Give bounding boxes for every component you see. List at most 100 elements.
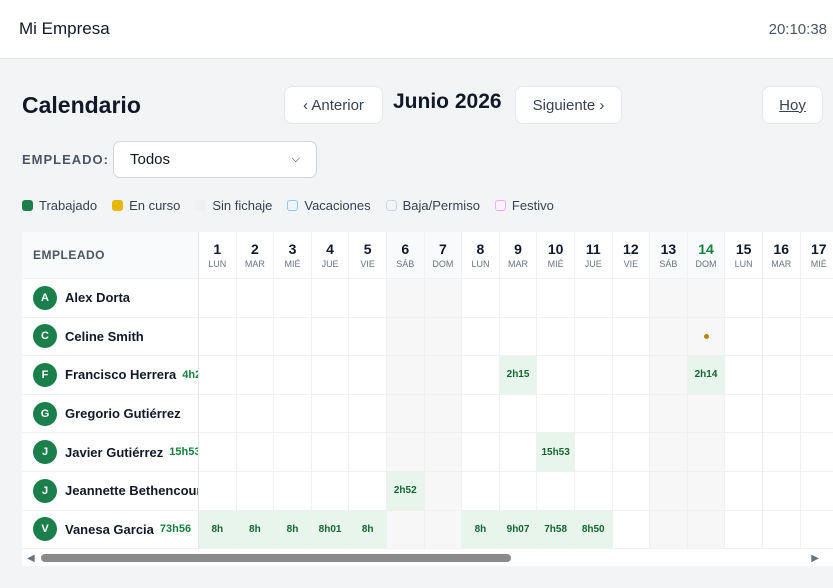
day-cell[interactable] xyxy=(236,472,275,511)
day-cell[interactable] xyxy=(650,279,688,318)
day-cell[interactable] xyxy=(274,433,312,472)
day-cell[interactable] xyxy=(424,317,463,357)
employee-filter-select[interactable]: Todos ⌵ xyxy=(113,141,317,178)
day-cell[interactable] xyxy=(725,472,763,511)
day-cell[interactable] xyxy=(462,317,500,357)
day-cell[interactable] xyxy=(311,472,350,511)
day-cell[interactable]: 8h xyxy=(274,510,312,550)
day-cell[interactable] xyxy=(800,318,833,357)
day-cell[interactable] xyxy=(762,279,801,318)
day-cell[interactable] xyxy=(349,433,387,472)
day-cell[interactable] xyxy=(349,356,387,395)
day-cell[interactable] xyxy=(687,433,726,472)
day-cell[interactable] xyxy=(499,279,538,318)
day-cell[interactable] xyxy=(762,510,801,550)
day-cell[interactable] xyxy=(499,317,538,357)
day-cell[interactable] xyxy=(236,317,275,357)
day-cell[interactable] xyxy=(574,472,613,511)
day-cell[interactable] xyxy=(574,356,613,395)
day-cell[interactable] xyxy=(424,394,463,434)
day-cell[interactable] xyxy=(311,317,350,357)
day-cell[interactable] xyxy=(199,317,237,357)
day-cell[interactable] xyxy=(537,394,575,434)
day-cell[interactable] xyxy=(499,433,538,472)
day-cell[interactable] xyxy=(537,472,575,511)
day-cell[interactable] xyxy=(762,472,801,511)
day-cell[interactable] xyxy=(612,472,651,511)
day-cell[interactable] xyxy=(236,394,275,434)
day-cell[interactable]: 8h01 xyxy=(311,510,350,550)
day-cell[interactable] xyxy=(424,433,463,472)
day-cell[interactable] xyxy=(311,356,350,395)
day-cell[interactable] xyxy=(762,433,801,472)
day-cell[interactable] xyxy=(574,433,613,472)
day-cell[interactable]: 8h xyxy=(199,510,237,550)
day-cell[interactable] xyxy=(274,394,312,434)
day-cell[interactable] xyxy=(424,356,463,395)
table-row[interactable]: A Alex Dorta xyxy=(22,279,833,318)
day-cell[interactable] xyxy=(650,317,688,357)
day-cell[interactable]: 8h xyxy=(349,510,387,550)
day-cell[interactable] xyxy=(199,279,237,318)
day-cell[interactable] xyxy=(236,356,275,395)
day-cell[interactable]: 9h07 xyxy=(499,510,538,550)
day-cell[interactable] xyxy=(462,279,500,318)
day-cell[interactable] xyxy=(612,279,651,318)
day-cell[interactable] xyxy=(800,395,833,434)
day-cell[interactable] xyxy=(349,279,387,318)
day-cell[interactable] xyxy=(274,356,312,395)
day-cell[interactable] xyxy=(311,433,350,472)
day-cell[interactable] xyxy=(386,433,425,472)
table-row[interactable]: JJeannette Bethencourt2h522h52 xyxy=(22,472,833,511)
horizontal-scrollbar[interactable]: ◀ ▶ xyxy=(22,550,833,566)
day-cell[interactable] xyxy=(462,394,500,434)
day-cell[interactable] xyxy=(687,279,726,318)
day-cell[interactable] xyxy=(612,510,651,550)
day-cell[interactable] xyxy=(762,356,801,395)
day-cell[interactable] xyxy=(462,472,500,511)
day-cell[interactable]: 2h52 xyxy=(386,472,425,511)
day-cell[interactable] xyxy=(800,433,833,472)
day-cell[interactable]: 2h14 xyxy=(687,356,726,395)
day-cell[interactable]: 8h xyxy=(236,510,275,550)
day-cell[interactable] xyxy=(386,279,425,318)
day-cell[interactable] xyxy=(199,433,237,472)
table-row[interactable]: V Vanesa Garcia 73h56 8h 8h 8h 8h01 8h 8h 9h07 7h5… xyxy=(22,510,833,550)
day-cell[interactable] xyxy=(574,279,613,318)
day-cell[interactable] xyxy=(574,317,613,357)
day-cell[interactable] xyxy=(650,394,688,434)
table-row[interactable]: C Celine Smith xyxy=(22,317,833,357)
day-cell[interactable] xyxy=(762,394,801,434)
day-cell[interactable] xyxy=(687,510,726,550)
day-cell[interactable] xyxy=(800,511,833,550)
day-cell[interactable] xyxy=(537,317,575,357)
day-cell[interactable] xyxy=(236,433,275,472)
day-cell[interactable] xyxy=(311,279,350,318)
day-cell[interactable] xyxy=(762,317,801,357)
scroll-right-icon[interactable]: ▶ xyxy=(811,553,819,564)
day-cell[interactable] xyxy=(725,433,763,472)
day-cell[interactable]: 8h xyxy=(462,510,500,550)
day-cell[interactable] xyxy=(311,394,350,434)
day-cell[interactable] xyxy=(650,510,688,550)
scroll-left-icon[interactable]: ◀ xyxy=(27,553,35,564)
day-cell[interactable] xyxy=(424,510,463,550)
day-cell[interactable] xyxy=(800,356,833,395)
table-row[interactable]: G Gregorio Gutiérrez xyxy=(22,394,833,434)
day-cell[interactable] xyxy=(462,433,500,472)
day-cell[interactable] xyxy=(462,356,500,395)
day-cell[interactable] xyxy=(499,394,538,434)
day-cell[interactable] xyxy=(199,394,237,434)
day-cell[interactable] xyxy=(499,472,538,511)
scrollbar-thumb[interactable] xyxy=(41,554,511,562)
day-cell[interactable] xyxy=(612,433,651,472)
day-cell[interactable] xyxy=(236,279,275,318)
day-cell[interactable] xyxy=(386,356,425,395)
day-cell[interactable] xyxy=(274,317,312,357)
day-cell[interactable]: 8h50 xyxy=(574,510,613,550)
day-cell[interactable] xyxy=(349,394,387,434)
day-cell[interactable] xyxy=(725,317,763,357)
day-cell[interactable] xyxy=(725,394,763,434)
next-month-button[interactable]: Siguiente › xyxy=(515,86,622,124)
day-cell[interactable] xyxy=(199,356,237,395)
